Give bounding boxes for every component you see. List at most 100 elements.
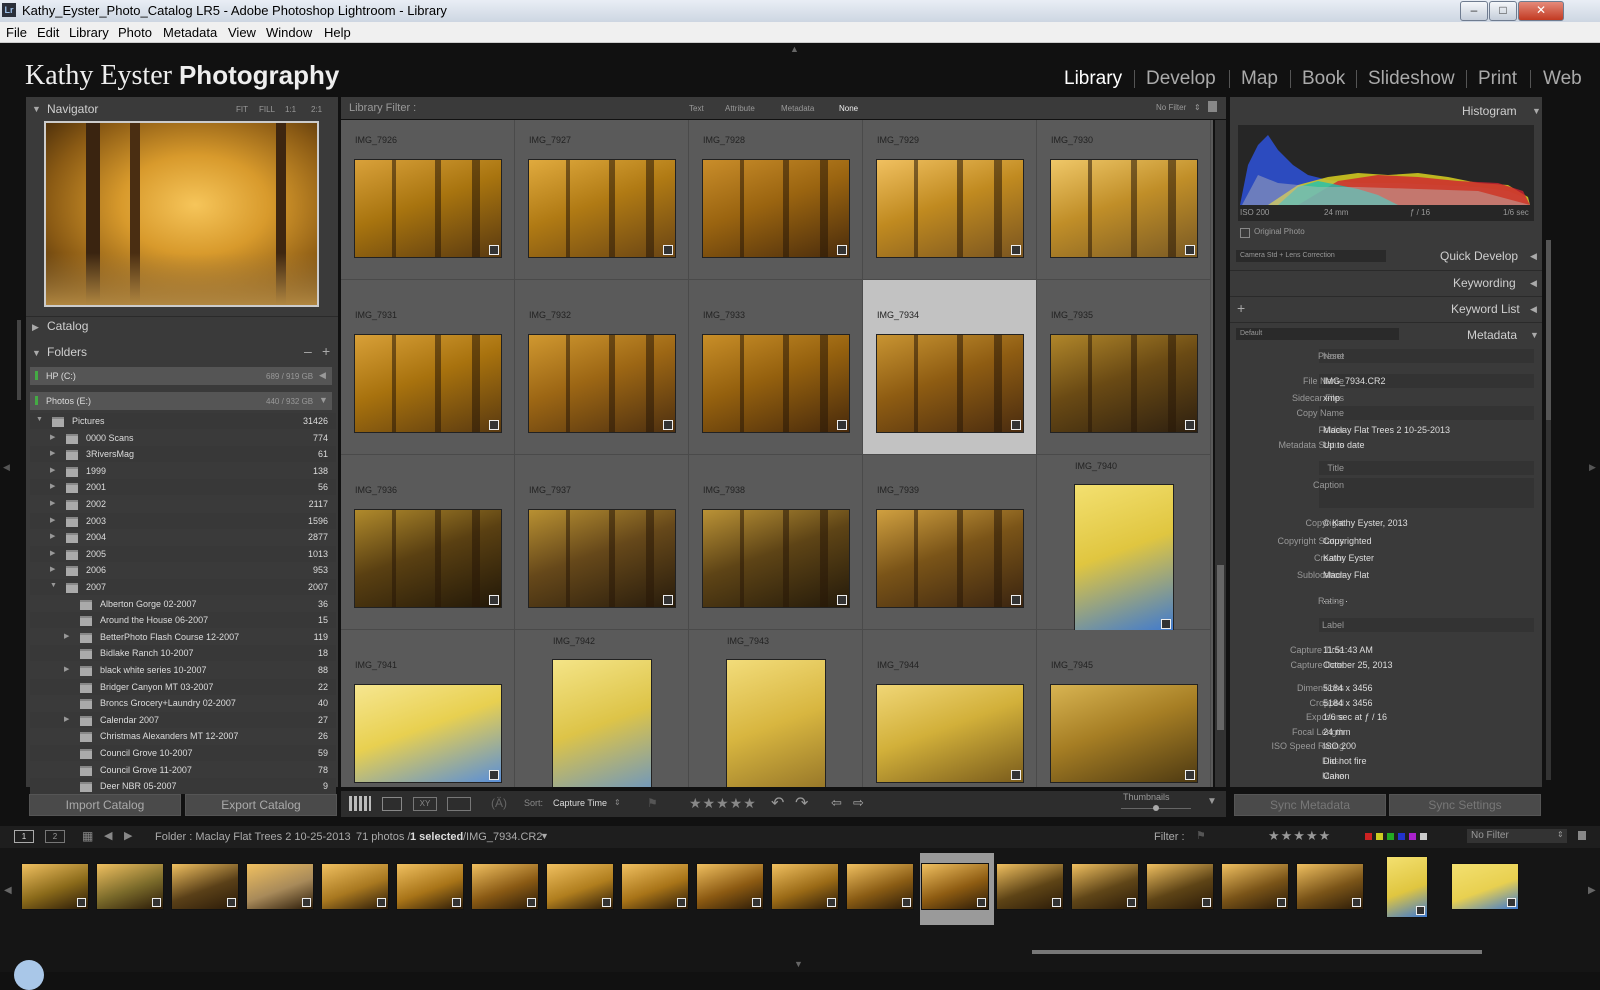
- filter-metadata[interactable]: Metadata: [781, 104, 814, 113]
- sort-select[interactable]: Capture Time: [553, 798, 607, 808]
- secondary-window-button[interactable]: 2: [45, 830, 65, 843]
- grid-cell[interactable]: IMG_7934: [863, 280, 1037, 455]
- edited-badge-icon[interactable]: [1011, 770, 1021, 780]
- folder-collapse-icon[interactable]: ▼: [36, 416, 43, 423]
- folder-expand-icon[interactable]: ▶: [50, 433, 55, 441]
- folder-expand-icon[interactable]: ▶: [50, 565, 55, 573]
- metadata-header[interactable]: Metadata: [1467, 328, 1517, 342]
- filmstrip-thumbnail[interactable]: [997, 864, 1063, 909]
- filmstrip-thumbnail[interactable]: [772, 864, 838, 909]
- folder-expand-icon[interactable]: ▶: [64, 665, 69, 673]
- edited-badge-icon[interactable]: [663, 420, 673, 430]
- metadata-field[interactable]: [1319, 461, 1534, 475]
- previous-photo-icon[interactable]: ⇦: [831, 795, 842, 811]
- folder-row[interactable]: Council Grove 10-2007 59: [30, 745, 336, 761]
- keyword-list-expand-icon[interactable]: ◀: [1530, 304, 1537, 315]
- edited-badge-icon[interactable]: [1011, 420, 1021, 430]
- menu-metadata[interactable]: Metadata: [163, 25, 217, 40]
- catalog-header[interactable]: Catalog: [47, 319, 88, 333]
- grid-cell[interactable]: IMG_7942: [515, 630, 689, 787]
- folder-row[interactable]: Alberton Gorge 02-2007 36: [30, 595, 336, 612]
- keyword-list-header[interactable]: Keyword List: [1451, 302, 1520, 316]
- left-panel-toggle-icon[interactable]: ◀: [3, 462, 10, 473]
- filmstrip-thumbnail[interactable]: [1452, 864, 1518, 909]
- grid-scrollbar-track[interactable]: [1215, 120, 1226, 787]
- lock-icon[interactable]: [1208, 101, 1217, 112]
- folders-collapse-icon[interactable]: ▼: [32, 348, 41, 358]
- photo-thumbnail[interactable]: [703, 160, 849, 257]
- filter-none[interactable]: None: [839, 104, 858, 113]
- filmstrip-thumbnail[interactable]: [922, 864, 988, 909]
- edited-badge-icon[interactable]: [489, 420, 499, 430]
- grid-cell[interactable]: IMG_7937: [515, 455, 689, 630]
- sync-settings-button[interactable]: Sync Settings: [1389, 794, 1541, 816]
- filmstrip-thumbnail[interactable]: [622, 864, 688, 909]
- photo-thumbnail[interactable]: [877, 685, 1023, 782]
- blue-label-filter[interactable]: [1398, 833, 1405, 840]
- metadata-field[interactable]: [1319, 618, 1534, 632]
- add-folder-button[interactable]: +: [322, 343, 330, 359]
- edited-badge-icon[interactable]: [1185, 245, 1195, 255]
- loupe-view-icon[interactable]: [382, 797, 402, 811]
- folder-row[interactable]: ▶ black white series 10-2007 88: [30, 662, 336, 678]
- menu-view[interactable]: View: [228, 25, 256, 40]
- photo-thumbnail[interactable]: [1075, 485, 1173, 631]
- folder-row[interactable]: Bidlake Ranch 10-2007 18: [30, 645, 336, 662]
- filter-text[interactable]: Text: [689, 104, 704, 113]
- zoom-fit[interactable]: FIT: [236, 105, 248, 114]
- folder-row[interactable]: ▶ 2001 56: [30, 479, 336, 496]
- menu-window[interactable]: Window: [266, 25, 312, 40]
- folder-row[interactable]: ▶ 2006 953: [30, 562, 336, 579]
- menu-file[interactable]: File: [6, 25, 27, 40]
- grid-cell[interactable]: IMG_7944: [863, 630, 1037, 787]
- edited-badge-icon[interactable]: [489, 595, 499, 605]
- navigator-preview[interactable]: [46, 123, 317, 305]
- grid-cell[interactable]: IMG_7938: [689, 455, 863, 630]
- right-panel-toggle-icon[interactable]: ▶: [1589, 462, 1596, 473]
- yellow-label-filter[interactable]: [1376, 833, 1383, 840]
- folder-row[interactable]: ▶ 3RiversMag 61: [30, 446, 336, 463]
- folder-row[interactable]: Deer NBR 05-2007 9: [30, 778, 336, 795]
- module-print[interactable]: Print: [1478, 68, 1517, 90]
- grid-scrollbar-thumb[interactable]: [1217, 565, 1224, 730]
- filmstrip-thumbnail[interactable]: [1222, 864, 1288, 909]
- navigator-collapse-icon[interactable]: ▼: [32, 104, 41, 114]
- folder-row[interactable]: Bridger Canyon MT 03-2007 22: [30, 678, 336, 695]
- grid-view-icon[interactable]: [349, 796, 371, 811]
- photo-thumbnail[interactable]: [1051, 685, 1197, 782]
- module-develop[interactable]: Develop: [1146, 68, 1216, 90]
- grid-cell[interactable]: IMG_7932: [515, 280, 689, 455]
- edited-badge-icon[interactable]: [489, 770, 499, 780]
- edited-badge-icon[interactable]: [1011, 245, 1021, 255]
- folder-row[interactable]: Christmas Alexanders MT 12-2007 26: [30, 728, 336, 745]
- filmstrip-scrollbar[interactable]: [1032, 950, 1482, 954]
- catalog-expand-icon[interactable]: ▶: [32, 322, 39, 333]
- filmstrip-thumbnail[interactable]: [22, 864, 88, 909]
- grid-cell[interactable]: IMG_7927: [515, 120, 689, 280]
- edited-badge-icon[interactable]: [837, 595, 847, 605]
- photo-thumbnail[interactable]: [877, 335, 1023, 432]
- filmstrip-thumbnail[interactable]: [1387, 857, 1427, 917]
- zoom-fill[interactable]: FILL: [259, 105, 275, 114]
- edited-badge-icon[interactable]: [1011, 595, 1021, 605]
- thumbnail-size-handle[interactable]: [1153, 805, 1159, 811]
- menu-library[interactable]: Library: [69, 25, 109, 40]
- folder-row[interactable]: ▶ BetterPhoto Flash Course 12-2007 119: [30, 628, 336, 645]
- custom-label-filter[interactable]: [1420, 833, 1427, 840]
- photo-thumbnail[interactable]: [877, 510, 1023, 607]
- filmstrip-thumbnail[interactable]: [1297, 864, 1363, 909]
- folder-row[interactable]: ▶ 1999 138: [30, 462, 336, 479]
- minimize-button[interactable]: –: [1460, 1, 1488, 21]
- menu-help[interactable]: Help: [324, 25, 351, 40]
- folder-row[interactable]: ▶ 2002 2117: [30, 496, 336, 512]
- rating-stars[interactable]: ★★★★★: [689, 795, 757, 812]
- edited-badge-icon[interactable]: [837, 245, 847, 255]
- photo-thumbnail[interactable]: [529, 335, 675, 432]
- grid-cell[interactable]: IMG_7940: [1037, 455, 1211, 631]
- painter-icon[interactable]: (Ä): [491, 796, 507, 810]
- metadata-field[interactable]: [1319, 406, 1534, 420]
- filmstrip-thumbnail[interactable]: [847, 864, 913, 909]
- filmstrip-thumbnail[interactable]: [172, 864, 238, 909]
- right-scrollbar[interactable]: [1546, 240, 1551, 780]
- edited-badge-icon[interactable]: [663, 595, 673, 605]
